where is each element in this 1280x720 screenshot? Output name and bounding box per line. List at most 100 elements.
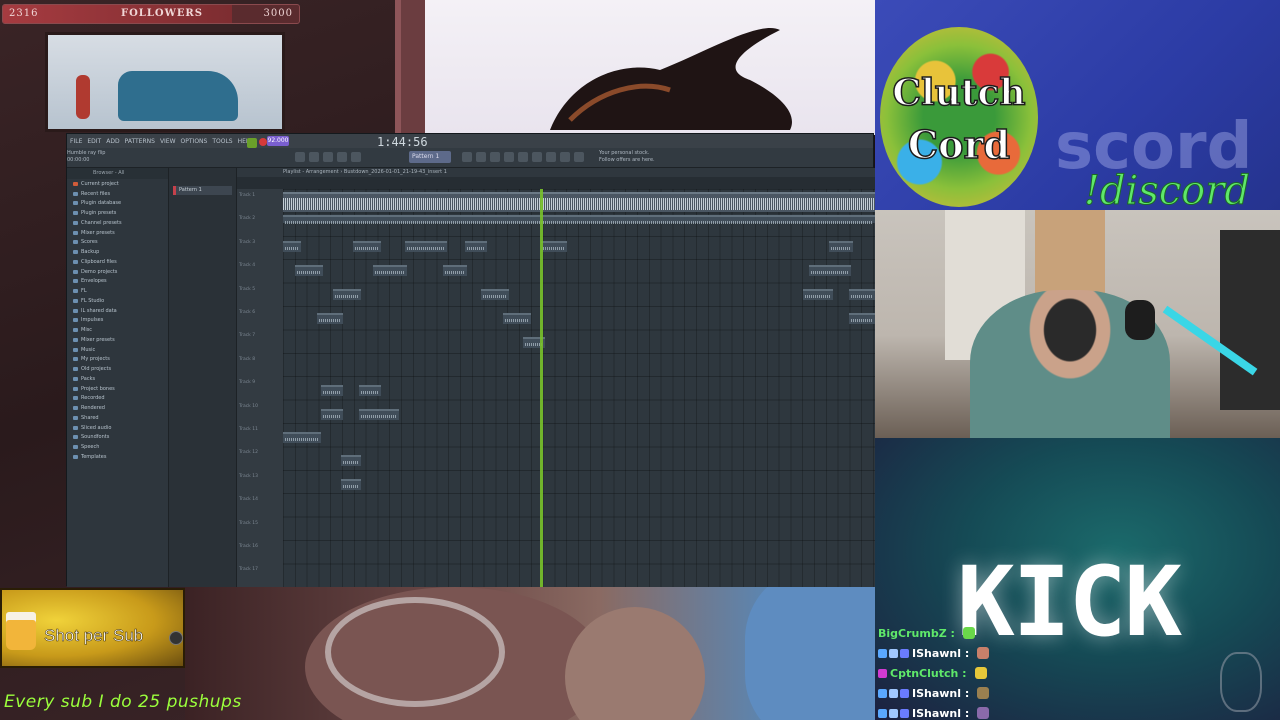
plugin-picker-icon[interactable] — [532, 152, 542, 162]
pencil-icon[interactable] — [337, 152, 347, 162]
pattern-selector[interactable]: Pattern 1 — [409, 151, 451, 163]
track-header[interactable]: Track 4 — [239, 263, 255, 268]
browser-item[interactable]: Impulses — [67, 316, 168, 326]
browser-item[interactable]: Current project — [67, 179, 168, 189]
menu-item-file[interactable]: FILE — [70, 138, 82, 145]
track-header[interactable]: Track 11 — [239, 427, 258, 432]
timeline-ruler[interactable] — [237, 177, 875, 189]
browser-item[interactable]: Demo projects — [67, 267, 168, 277]
menu-item-view[interactable]: VIEW — [160, 138, 176, 145]
chat-username[interactable]: BigCrumbZ : — [878, 627, 955, 640]
track-header[interactable]: Track 15 — [239, 521, 258, 526]
menu-item-options[interactable]: OPTIONS — [181, 138, 208, 145]
snap-icon[interactable] — [295, 152, 305, 162]
chat-username[interactable]: IShawnl : — [912, 687, 969, 700]
channel-panel[interactable]: Pattern 1 — [169, 168, 237, 587]
browser-item[interactable]: Speech — [67, 442, 168, 452]
track-header[interactable]: Track 3 — [239, 240, 255, 245]
audio-clip[interactable] — [481, 289, 509, 300]
browser-item[interactable]: Rendered — [67, 403, 168, 413]
menu-item-patterns[interactable]: PATTERNS — [125, 138, 155, 145]
step-edit-icon[interactable] — [309, 152, 319, 162]
audio-clip[interactable] — [295, 265, 323, 276]
audio-clip[interactable] — [333, 289, 361, 300]
audio-clip[interactable] — [849, 313, 875, 324]
audio-clip[interactable] — [283, 241, 301, 252]
track-header[interactable]: Track 10 — [239, 404, 258, 409]
channel-pattern-item[interactable]: Pattern 1 — [173, 186, 232, 195]
playhead[interactable] — [540, 189, 543, 587]
browser-item[interactable]: Misc — [67, 325, 168, 335]
playlist-panel[interactable]: Playlist - Arrangement › Bustdown_2026-0… — [237, 168, 875, 587]
browser-item[interactable]: Backup — [67, 247, 168, 257]
audio-clip[interactable] — [341, 479, 361, 490]
browser-item[interactable]: Plugin presets — [67, 208, 168, 218]
audio-clip[interactable] — [359, 385, 381, 396]
browser-icon[interactable] — [518, 152, 528, 162]
audio-clip[interactable] — [541, 241, 567, 252]
track-header[interactable]: Track 16 — [239, 544, 258, 549]
browser-item[interactable]: Clipboard files — [67, 257, 168, 267]
browser-item[interactable]: Project bones — [67, 384, 168, 394]
audio-clip[interactable] — [321, 409, 343, 420]
browser-item[interactable]: Recorded — [67, 394, 168, 404]
chat-username[interactable]: IShawnl : — [912, 707, 969, 720]
record-button[interactable] — [259, 138, 267, 146]
menu-item-add[interactable]: ADD — [106, 138, 119, 145]
audio-clip[interactable] — [283, 215, 875, 224]
track-header[interactable]: Track 8 — [239, 357, 255, 362]
audio-clip[interactable] — [321, 385, 343, 396]
slide-icon[interactable] — [323, 152, 333, 162]
render-icon[interactable] — [560, 152, 570, 162]
menu-item-tools[interactable]: TOOLS — [212, 138, 232, 145]
browser-item[interactable]: Music — [67, 345, 168, 355]
audio-clip[interactable] — [465, 241, 487, 252]
audio-clip[interactable] — [341, 455, 361, 466]
audio-clip[interactable] — [503, 313, 531, 324]
mixer-icon[interactable] — [504, 152, 514, 162]
audio-clip[interactable] — [829, 241, 853, 252]
browser-item[interactable]: Sliced audio — [67, 423, 168, 433]
audio-clip[interactable] — [283, 432, 321, 443]
tools-icon[interactable] — [546, 152, 556, 162]
browser-item[interactable]: FL Studio — [67, 296, 168, 306]
audio-clip[interactable] — [373, 265, 407, 276]
tempo-display[interactable]: 92.000 — [267, 136, 289, 146]
browser-item[interactable]: Scores — [67, 238, 168, 248]
track-header[interactable]: Track 7 — [239, 333, 255, 338]
audio-clip[interactable] — [317, 313, 343, 324]
browser-item[interactable]: Templates — [67, 452, 168, 462]
piano-roll-icon[interactable] — [476, 152, 486, 162]
browser-item[interactable]: Channel presets — [67, 218, 168, 228]
track-header[interactable]: Track 14 — [239, 497, 258, 502]
audio-clip-main[interactable] — [283, 192, 875, 212]
audio-clip[interactable] — [359, 409, 399, 420]
browser-item[interactable]: Shared — [67, 413, 168, 423]
fl-studio-window[interactable]: FILE EDIT ADD PATTERNS VIEW OPTIONS TOOLS HELP … — [66, 133, 875, 587]
chat-username[interactable]: IShawnl : — [912, 647, 969, 660]
channel-rack-icon[interactable] — [490, 152, 500, 162]
audio-clip[interactable] — [353, 241, 381, 252]
track-header[interactable]: Track 6 — [239, 310, 255, 315]
browser-panel[interactable]: Browser - All Current project Recent file… — [67, 168, 169, 587]
track-header[interactable]: Track 2 — [239, 216, 255, 221]
playlist-icon[interactable] — [462, 152, 472, 162]
play-button[interactable] — [247, 138, 257, 148]
audio-clip[interactable] — [849, 289, 875, 300]
track-header[interactable]: Track 1 — [239, 193, 255, 198]
settings-icon[interactable] — [574, 152, 584, 162]
track-header[interactable]: Track 13 — [239, 474, 258, 479]
track-header[interactable]: Track 17 — [239, 567, 258, 572]
browser-item[interactable]: IL shared data — [67, 306, 168, 316]
track-header[interactable]: Track 5 — [239, 287, 255, 292]
browser-item[interactable]: Soundfonts — [67, 433, 168, 443]
browser-item[interactable]: Old projects — [67, 364, 168, 374]
browser-item[interactable]: FL — [67, 286, 168, 296]
audio-clip[interactable] — [443, 265, 467, 276]
track-header[interactable]: Track 9 — [239, 380, 255, 385]
audio-clip[interactable] — [405, 241, 447, 252]
brush-icon[interactable] — [351, 152, 361, 162]
audio-clip[interactable] — [803, 289, 833, 300]
browser-item[interactable]: Envelopes — [67, 277, 168, 287]
browser-item[interactable]: Mixer presets — [67, 335, 168, 345]
